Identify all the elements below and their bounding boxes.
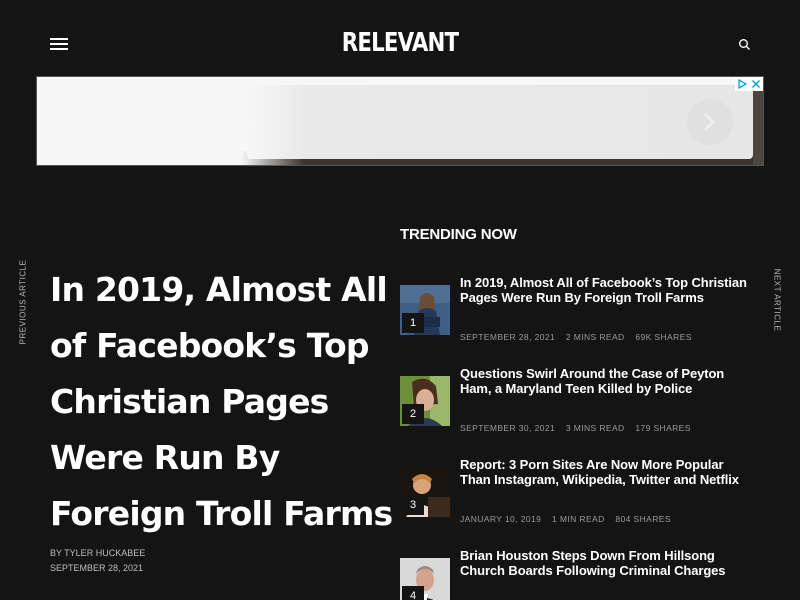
trending-thumbnail[interactable]: 2 (400, 376, 450, 426)
next-article-link[interactable]: NEXT ARTICLE (773, 269, 782, 332)
trending-thumbnail[interactable]: 4 (400, 558, 450, 600)
ad-badges (735, 77, 763, 91)
trending-title[interactable]: Report: 3 Porn Sites Are Now More Popula… (460, 457, 752, 487)
trending-date: JANUARY 10, 2019 (460, 514, 542, 524)
search-icon[interactable] (738, 38, 751, 51)
trending-heading: TRENDING NOW (400, 226, 517, 243)
adchoices-icon[interactable] (735, 77, 749, 91)
article-date: SEPTEMBER 28, 2021 (50, 563, 144, 573)
trending-read-time: 3 MINS READ (565, 423, 625, 433)
trending-item[interactable]: 1 In 2019, Almost All of Facebook’s Top … (400, 275, 760, 355)
trending-thumbnail[interactable]: 3 (400, 467, 450, 517)
chevron-right-icon[interactable] (687, 99, 733, 145)
trending-title[interactable]: Brian Houston Steps Down From Hillsong C… (460, 548, 752, 578)
trending-rank: 4 (402, 586, 424, 600)
trending-rank: 2 (402, 404, 424, 424)
hamburger-menu-icon[interactable] (50, 38, 68, 50)
trending-read-time: 2 MINS READ (565, 332, 625, 342)
trending-item[interactable]: 4 Brian Houston Steps Down From Hillsong… (400, 548, 760, 600)
trending-date: SEPTEMBER 30, 2021 (460, 423, 556, 433)
trending-item[interactable]: 3 Report: 3 Porn Sites Are Now More Popu… (400, 457, 760, 537)
trending-rank: 3 (402, 495, 424, 515)
article-title: In 2019, Almost All of Facebook’s Top Ch… (50, 270, 393, 533)
trending-title[interactable]: In 2019, Almost All of Facebook’s Top Ch… (460, 275, 752, 305)
trending-meta: SEPTEMBER 28, 2021 2 MINS READ 69K SHARE… (460, 332, 700, 342)
site-logo[interactable]: RELEVANT (318, 27, 482, 59)
trending-thumbnail[interactable]: 1 (400, 285, 450, 335)
article-byline[interactable]: BY TYLER HUCKABEE (50, 548, 145, 558)
trending-shares: 69K SHARES (635, 332, 692, 342)
site-header: RELEVANT (0, 0, 800, 76)
ad-creative[interactable] (247, 85, 753, 159)
trending-meta: JANUARY 10, 2019 1 MIN READ 804 SHARES (460, 514, 679, 524)
trending-read-time: 1 MIN READ (551, 514, 605, 524)
close-icon[interactable] (749, 77, 763, 91)
trending-item[interactable]: 2 Questions Swirl Around the Case of Pey… (400, 366, 760, 446)
trending-title[interactable]: Questions Swirl Around the Case of Peyto… (460, 366, 752, 396)
trending-meta: SEPTEMBER 30, 2021 3 MINS READ 179 SHARE… (460, 423, 699, 433)
trending-shares: 179 SHARES (635, 423, 691, 433)
previous-article-link[interactable]: PREVIOUS ARTICLE (19, 260, 28, 345)
trending-shares: 804 SHARES (615, 514, 671, 524)
ad-banner[interactable] (36, 76, 764, 166)
trending-date: SEPTEMBER 28, 2021 (460, 332, 556, 342)
trending-rank: 1 (402, 313, 424, 333)
